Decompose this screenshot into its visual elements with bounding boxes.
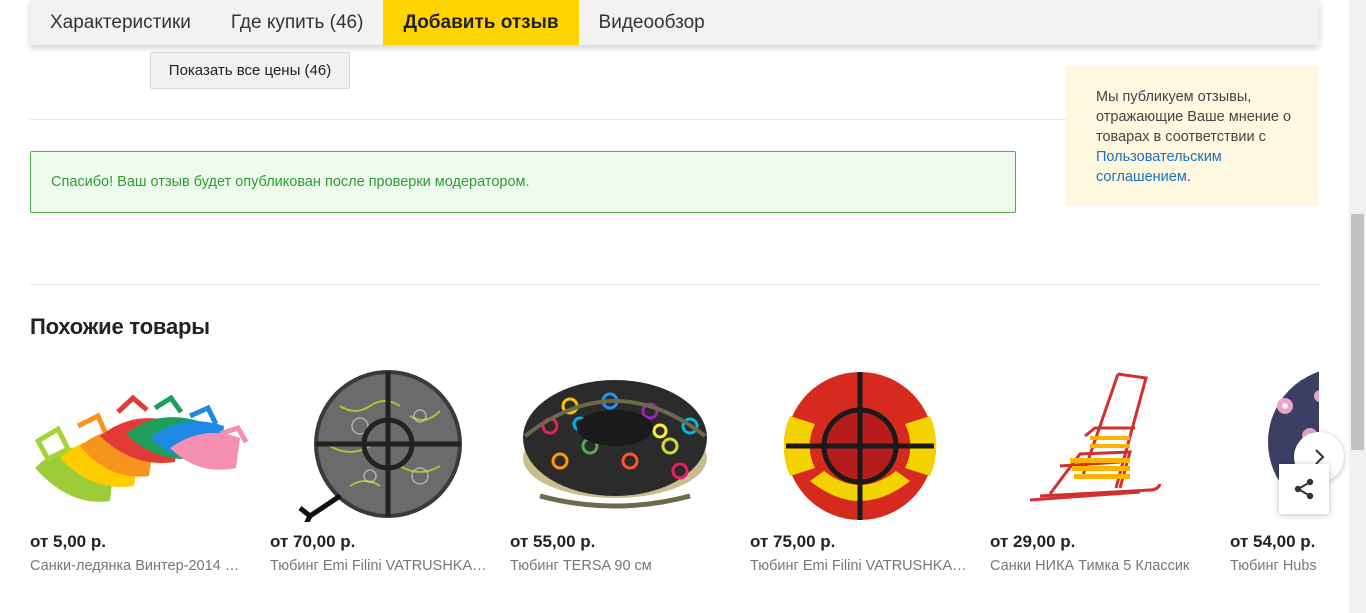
sled-image[interactable]: [990, 366, 1215, 522]
product-name[interactable]: Тюбинг Emi Filini VATRUSHKA…: [270, 558, 490, 574]
product-price: от 75,00 р.: [750, 532, 836, 551]
snow-tube-image[interactable]: [750, 366, 975, 522]
share-icon: [1294, 478, 1314, 500]
similar-products-title: Похожие товары: [30, 314, 210, 339]
user-agreement-link[interactable]: Пользовательским соглашением: [1096, 149, 1222, 185]
product-card[interactable]: от 5,00 р. Санки-ледянка Винтер-2014 …: [30, 366, 255, 574]
product-name[interactable]: Тюбинг TERSA 90 см: [510, 558, 730, 574]
similar-products-carousel: от 5,00 р. Санки-ледянка Винтер-2014 … о…: [30, 366, 1319, 606]
product-card[interactable]: от 70,00 р. Тюбинг Emi Filini VATRUSHKA…: [270, 366, 495, 574]
tab-add-review[interactable]: Добавить отзыв: [383, 0, 579, 45]
product-card[interactable]: от 75,00 р. Тюбинг Emi Filini VATRUSHKA…: [750, 366, 975, 574]
success-message: Спасибо! Ваш отзыв будет опубликован пос…: [30, 151, 1016, 213]
divider: [30, 284, 1319, 285]
show-all-prices-button[interactable]: Показать все цены (46): [150, 52, 350, 89]
product-card[interactable]: от 55,00 р. Тюбинг TERSA 90 см: [510, 366, 735, 574]
success-message-text: Спасибо! Ваш отзыв будет опубликован пос…: [51, 174, 530, 190]
product-name[interactable]: Тюбинг Hubs: [1230, 558, 1319, 574]
tab-video-review[interactable]: Видеообзор: [579, 0, 725, 45]
product-name[interactable]: Санки-ледянка Винтер-2014 …: [30, 558, 250, 574]
product-name[interactable]: Санки НИКА Тимка 5 Классик: [990, 558, 1210, 574]
snow-tube-image[interactable]: [510, 366, 735, 522]
share-button[interactable]: [1279, 464, 1329, 514]
product-price: от 55,00 р.: [510, 532, 596, 551]
product-price: от 29,00 р.: [990, 532, 1076, 551]
notice-suffix: .: [1186, 169, 1191, 185]
snow-tube-image[interactable]: [270, 366, 495, 522]
product-name[interactable]: Тюбинг Emi Filini VATRUSHKA…: [750, 558, 970, 574]
plastic-sled-image[interactable]: [30, 366, 255, 522]
product-card[interactable]: от 29,00 р. Санки НИКА Тимка 5 Классик: [990, 366, 1215, 574]
product-price: от 5,00 р.: [30, 532, 106, 551]
tab-where-to-buy[interactable]: Где купить (46): [211, 0, 384, 45]
review-policy-notice: Мы публикуем отзывы, отражающие Ваше мне…: [1066, 66, 1319, 206]
product-price: от 70,00 р.: [270, 532, 356, 551]
tab-specifications[interactable]: Характеристики: [30, 0, 211, 45]
page-scrollbar[interactable]: [1349, 0, 1366, 613]
product-tabs: Характеристики Где купить (46) Добавить …: [30, 0, 1319, 45]
product-price: от 54,00 р.: [1230, 532, 1316, 551]
notice-text: Мы публикуем отзывы, отражающие Ваше мне…: [1096, 89, 1292, 145]
scrollbar-thumb[interactable]: [1351, 214, 1364, 450]
